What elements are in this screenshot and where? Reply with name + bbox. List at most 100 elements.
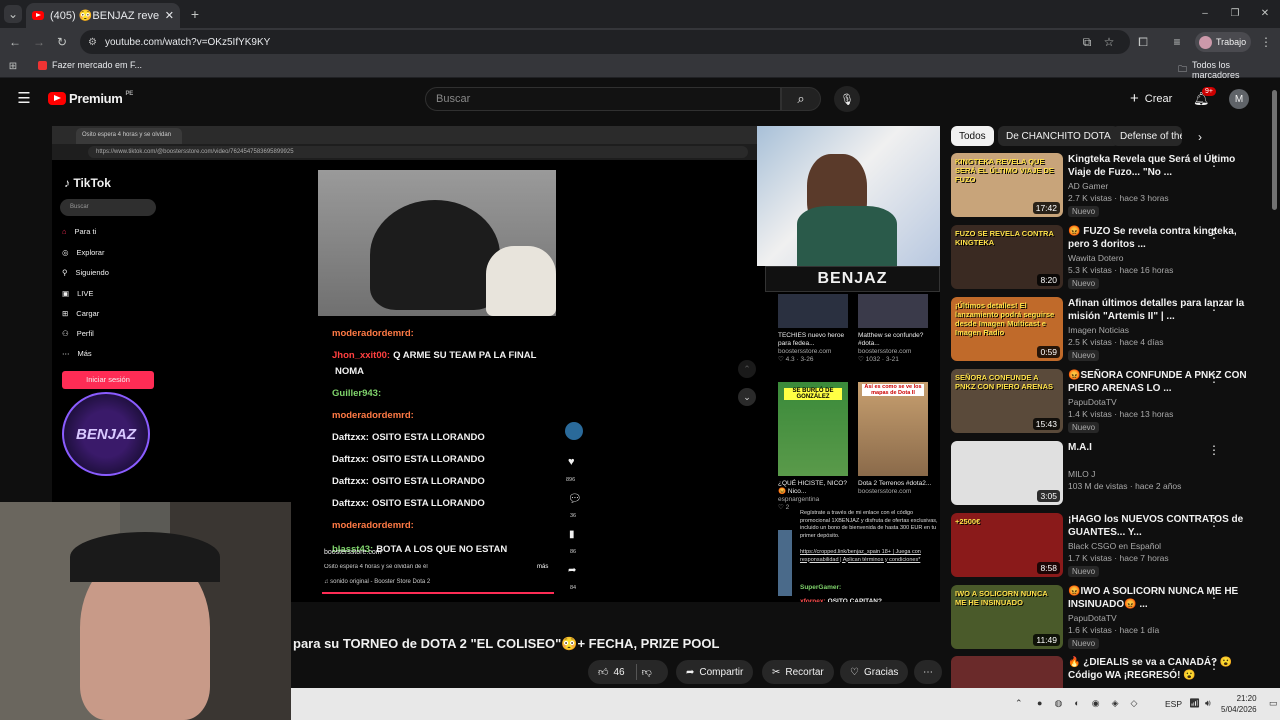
side-video-info[interactable]: Matthew se confunde? #dota... boosterssto… [858,332,932,364]
rec-channel[interactable]: AD Gamer [1068,181,1108,191]
reload-icon[interactable]: ↻ [55,34,69,50]
like-heart-icon[interactable]: ♥ [568,456,575,468]
account-avatar[interactable]: M [1229,89,1249,109]
rec-thumbnail[interactable]: 3:05 [951,441,1063,505]
all-bookmarks[interactable]: 🗀 Todos los marcadores [1178,60,1280,80]
clock[interactable]: 21:20 5/04/2026 [1221,693,1257,715]
recommendation-item[interactable]: +2500€ 8:58 ¡HAGO los NUEVOS CONTRATOS de … [951,513,1263,581]
rec-thumbnail[interactable]: FUZO SE REVELA CONTRA KINGTEKA 8:20 [951,225,1063,289]
tray-app-icon[interactable]: ◍ [1054,698,1062,709]
apps-grid-icon[interactable]: ⊞ [6,59,20,73]
rec-thumbnail[interactable]: +2500€ 8:58 [951,513,1063,577]
share-button[interactable]: ➦ Compartir [676,660,754,684]
scroll-up-icon[interactable]: ⌃ [738,360,756,378]
rec-title[interactable]: 😡SEÑORA CONFUNDE A PNKZ CON PIERO ARENAS… [1068,369,1248,395]
search-button[interactable]: ⌕ [781,87,821,111]
tray-app-icon[interactable]: ◈ [1112,698,1119,709]
browser-tab-active[interactable]: (405) 😳BENJAZ revela la LISTA ✕ [26,3,180,28]
rec-channel[interactable]: PapuDotaTV [1068,613,1117,623]
rec-thumbnail[interactable] [951,656,1063,688]
tray-app-icon[interactable]: ◉ [1092,698,1100,709]
rec-thumbnail[interactable]: SEÑORA CONFUNDE A PNKZ CON PIERO ARENAS 1… [951,369,1063,433]
tiktok-login-button[interactable]: Iniciar sesión [62,371,154,389]
menu-dots-icon[interactable]: ⋮ [1260,34,1272,50]
side-thumb-5[interactable] [778,530,792,596]
rec-menu-icon[interactable]: ⋮ [1208,299,1220,313]
rec-title[interactable]: M.A.I [1068,441,1248,454]
media-icon[interactable]: ≡ [1170,34,1184,50]
tray-expand-icon[interactable]: ⌃ [1015,698,1023,709]
voice-search-button[interactable]: 🎙︎ [834,86,860,112]
rec-menu-icon[interactable]: ⋮ [1208,371,1220,385]
forward-icon[interactable]: → [32,34,46,50]
rec-thumbnail[interactable]: ¡Últimos detalles! El lanzamiento podrá … [951,297,1063,361]
side-video-info[interactable]: TECHIES nuevo heroe para fedea... booster… [778,332,852,364]
rec-menu-icon[interactable]: ⋮ [1208,658,1220,672]
page-scrollbar[interactable] [1272,90,1277,210]
rec-channel[interactable]: Black CSGO en Español [1068,541,1161,551]
side-thumb-2[interactable] [858,294,928,328]
tiktok-nav-more[interactable]: ⋯ Más [62,349,92,358]
rec-title[interactable]: 🔥 ¿DIEALIS se va a CANADÁ? 😮 Código WA ¡… [1068,656,1248,682]
like-thumb-icon[interactable]: 👍︎ [598,666,608,678]
back-icon[interactable]: ← [8,34,22,50]
new-tab-icon[interactable]: + [188,5,202,23]
side-video-info[interactable]: ¿QUÉ HICISTE, NICO? 😡 Nico... espnargenti… [778,480,852,512]
comment-icon[interactable]: 💬︎ [568,492,582,505]
language-indicator[interactable]: ESP [1165,699,1182,709]
chips-next-icon[interactable]: › [1198,130,1202,144]
rec-channel[interactable]: Imagen Noticias [1068,325,1129,335]
rec-channel[interactable]: MILO J [1068,469,1095,479]
side-thumb-1[interactable] [778,294,848,328]
tiktok-search-input[interactable]: Buscar [60,199,156,216]
recommendation-item[interactable]: FUZO SE REVELA CONTRA KINGTEKA 8:20 😡 FUZO… [951,225,1263,293]
address-bar[interactable]: ⚙ youtube.com/watch?v=OKz5IfYK9KY [80,30,1130,54]
rec-title[interactable]: Kingteka Revela que Será el Último Viaje… [1068,153,1248,179]
rec-thumbnail[interactable]: KINGTEKA REVELA QUE SERÁ EL ÚLTIMO VIAJE… [951,153,1063,217]
tiktok-nav-upload[interactable]: ⊞ Cargar [62,309,99,318]
minimize-icon[interactable]: – [1198,5,1212,21]
volume-icon[interactable]: 🔊︎ [1205,698,1211,709]
notification-center-icon[interactable]: ▭ [1269,698,1278,709]
side-video-info[interactable]: Dota 2 Terrenos #dota2... boostersstore.c… [858,480,932,496]
recommendation-item[interactable]: ¡Últimos detalles! El lanzamiento podrá … [951,297,1263,365]
tiktok-author[interactable]: boostersstore.com [324,549,382,556]
bookmark-item[interactable]: Fazer mercado em F... [38,60,142,70]
clip-button[interactable]: ✂ Recortar [762,660,834,684]
thanks-button[interactable]: ♡ Gracias [840,660,909,684]
chip-all[interactable]: Todos [951,126,994,146]
create-button[interactable]: + Crear [1130,90,1172,107]
rec-menu-icon[interactable]: ⋮ [1208,587,1220,601]
tiktok-nav-following[interactable]: ⚲ Siguiendo [62,268,109,277]
rec-thumbnail[interactable]: IWO A SOLICORN NUNCA ME HE INSINUADO 11:4… [951,585,1063,649]
dislike-thumb-icon[interactable]: 👎︎ [642,666,652,678]
tray-app-icon[interactable]: ◇ [1131,698,1138,709]
search-input[interactable]: Buscar [425,87,781,111]
site-info-icon[interactable]: ⚙ [88,37,97,48]
rec-title[interactable]: 😡 FUZO Se revela contra kingteka, pero 3… [1068,225,1248,251]
tiktok-progress-bar[interactable] [322,592,554,594]
rec-menu-icon[interactable]: ⋮ [1208,443,1220,457]
tiktok-more-link[interactable]: más [537,564,548,570]
rec-menu-icon[interactable]: ⋮ [1208,227,1220,241]
profile-button[interactable]: Trabajo [1195,32,1251,52]
tab-close-icon[interactable]: ✕ [165,9,174,22]
rec-channel[interactable]: PapuDotaTV [1068,397,1117,407]
tiktok-nav-explore[interactable]: ◎ Explorar [62,248,104,257]
side-thumb-4[interactable]: Así es como se ve los mapas de Dota II [858,382,928,476]
rec-channel[interactable]: Wawita Dotero [1068,253,1123,263]
recommendation-item[interactable]: 3:05 M.A.I MILO J 103 M de vistas · hace 2 … [951,441,1263,509]
recommendation-item[interactable]: SEÑORA CONFUNDE A PNKZ CON PIERO ARENAS 1… [951,369,1263,437]
rec-title[interactable]: ¡HAGO los NUEVOS CONTRATOS de GUANTES...… [1068,513,1248,539]
youtube-premium-logo[interactable]: Premium PE [48,91,133,106]
tiktok-nav-live[interactable]: ▣ LIVE [62,289,93,298]
rec-menu-icon[interactable]: ⋮ [1208,155,1220,169]
tab-search-icon[interactable]: ⌄ [4,5,22,23]
install-app-icon[interactable]: ⧉ [1080,34,1094,50]
recommendation-item[interactable]: KINGTEKA REVELA QUE SERÁ EL ÚLTIMO VIAJE… [951,153,1263,221]
share-arrow-icon[interactable]: ➦ [568,565,576,576]
tray-app-icon[interactable]: ● [1037,698,1042,709]
close-window-icon[interactable]: ✕ [1258,5,1272,21]
recommendation-item[interactable]: 🔥 ¿DIEALIS se va a CANADÁ? 😮 Código WA ¡… [951,656,1263,688]
extensions-icon[interactable]: ⧠ [1136,34,1150,50]
